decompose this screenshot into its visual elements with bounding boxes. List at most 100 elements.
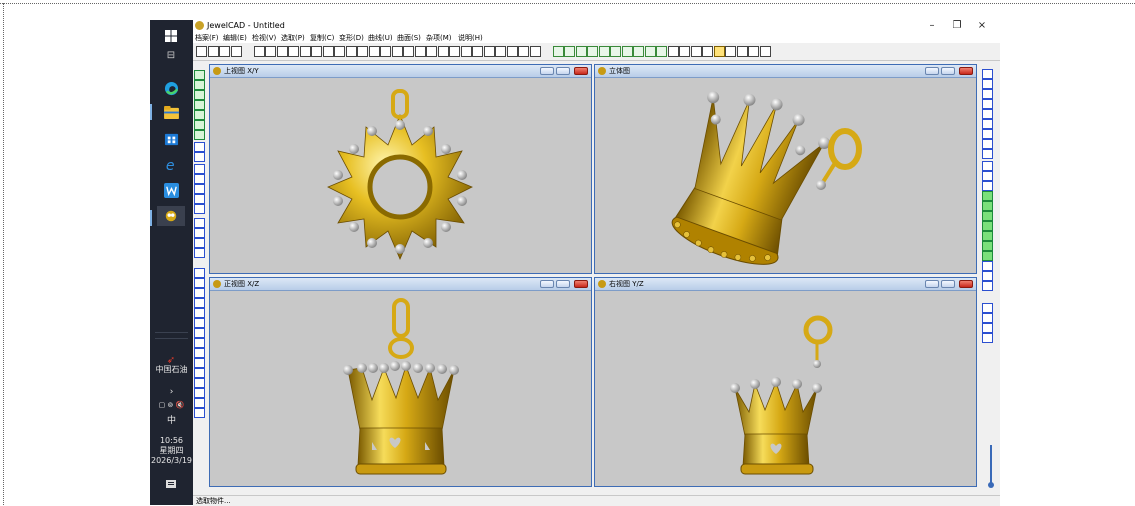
- left-tool-button[interactable]: [194, 100, 205, 110]
- zoom-slider[interactable]: [988, 445, 994, 490]
- menu-transform[interactable]: 变形(D): [339, 33, 364, 43]
- right-tool-button[interactable]: [982, 129, 993, 139]
- clock-time[interactable]: 10:56: [150, 436, 193, 446]
- left-tool-button[interactable]: [194, 184, 205, 194]
- toolbar-button[interactable]: [736, 46, 748, 57]
- right-tool-button[interactable]: [982, 89, 993, 99]
- viewport-restore-button[interactable]: [941, 280, 955, 288]
- left-tool-button[interactable]: [194, 228, 205, 238]
- menu-edit[interactable]: 编辑(E): [223, 33, 247, 43]
- right-tool-button[interactable]: [982, 261, 993, 271]
- toolbar-button[interactable]: [426, 46, 437, 57]
- left-tool-button[interactable]: [194, 358, 205, 368]
- viewport-front[interactable]: 正视图 X/Z: [209, 277, 592, 487]
- left-tool-button[interactable]: [194, 130, 205, 140]
- toolbar-button[interactable]: [460, 46, 472, 57]
- left-tool-button[interactable]: [194, 164, 205, 174]
- windows-start-icon[interactable]: [160, 26, 182, 46]
- toolbar-button[interactable]: [702, 46, 713, 57]
- right-tool-button[interactable]: [982, 241, 993, 251]
- menu-copy[interactable]: 复制(C): [310, 33, 334, 43]
- right-tool-button[interactable]: [982, 109, 993, 119]
- tray-expand-chevron-icon[interactable]: ›: [150, 387, 193, 397]
- jewelcad-taskbar-icon[interactable]: [157, 206, 185, 226]
- right-tool-button[interactable]: [982, 69, 993, 79]
- left-tool-button[interactable]: [194, 388, 205, 398]
- left-tool-button[interactable]: [194, 268, 205, 278]
- viewport-minimize-button[interactable]: [540, 67, 554, 75]
- toolbar-button[interactable]: [621, 46, 633, 57]
- viewport-close-button[interactable]: [959, 280, 973, 288]
- right-tool-button[interactable]: [982, 139, 993, 149]
- viewport-restore-button[interactable]: [941, 67, 955, 75]
- right-tool-button[interactable]: [982, 231, 993, 241]
- store-app-icon[interactable]: [160, 128, 182, 148]
- right-tool-button[interactable]: [982, 149, 993, 159]
- toolbar-button[interactable]: [656, 46, 667, 57]
- right-tool-button[interactable]: [982, 161, 993, 171]
- toolbar-button[interactable]: [610, 46, 621, 57]
- left-tool-button[interactable]: [194, 174, 205, 184]
- toolbar-button[interactable]: [357, 46, 368, 57]
- right-tool-button[interactable]: [982, 201, 993, 211]
- toolbar-button[interactable]: [575, 46, 587, 57]
- viewport-close-button[interactable]: [574, 280, 588, 288]
- toolbar-button[interactable]: [679, 46, 690, 57]
- toolbar-button[interactable]: [713, 46, 725, 57]
- left-tool-button[interactable]: [194, 408, 205, 418]
- left-tool-button[interactable]: [194, 238, 205, 248]
- left-tool-button[interactable]: [194, 288, 205, 298]
- taskbar-company-label[interactable]: 中国石油: [150, 365, 193, 375]
- toolbar-button[interactable]: [230, 46, 242, 57]
- right-tool-button[interactable]: [982, 181, 993, 191]
- menu-help[interactable]: 说明(H): [458, 33, 483, 43]
- toolbar-button[interactable]: [299, 46, 311, 57]
- left-tool-button[interactable]: [194, 152, 205, 162]
- viewport-canvas[interactable]: [210, 77, 591, 273]
- menu-select[interactable]: 选取(P): [281, 33, 305, 43]
- menu-view[interactable]: 检视(V): [252, 33, 276, 43]
- toolbar-button[interactable]: [311, 46, 322, 57]
- viewport-minimize-button[interactable]: [925, 67, 939, 75]
- internet-explorer-icon[interactable]: e: [160, 154, 182, 174]
- viewport-canvas[interactable]: [210, 290, 591, 486]
- toolbar-button[interactable]: [552, 46, 564, 57]
- left-tool-button[interactable]: [194, 248, 205, 258]
- left-tool-button[interactable]: [194, 90, 205, 100]
- right-tool-button[interactable]: [982, 191, 993, 201]
- left-tool-button[interactable]: [194, 308, 205, 318]
- left-tool-button[interactable]: [194, 110, 205, 120]
- toolbar-button[interactable]: [690, 46, 702, 57]
- left-tool-button[interactable]: [194, 378, 205, 388]
- left-tool-button[interactable]: [194, 194, 205, 204]
- right-tool-button[interactable]: [982, 99, 993, 109]
- right-tool-button[interactable]: [982, 251, 993, 261]
- left-tool-button[interactable]: [194, 204, 205, 214]
- toolbar-button[interactable]: [518, 46, 529, 57]
- file-explorer-icon[interactable]: [160, 102, 182, 122]
- notification-center-icon[interactable]: [160, 475, 182, 495]
- menu-file[interactable]: 档案(F): [195, 33, 219, 43]
- right-tool-button[interactable]: [982, 271, 993, 281]
- left-tool-button[interactable]: [194, 142, 205, 152]
- toolbar-button[interactable]: [472, 46, 483, 57]
- left-tool-button[interactable]: [194, 338, 205, 348]
- menu-surface[interactable]: 曲面(S): [397, 33, 421, 43]
- right-tool-button[interactable]: [982, 313, 993, 323]
- toolbar-button[interactable]: [368, 46, 380, 57]
- viewport-right[interactable]: 右视图 Y/Z: [594, 277, 977, 487]
- viewport-close-button[interactable]: [959, 67, 973, 75]
- left-tool-button[interactable]: [194, 328, 205, 338]
- toolbar-button[interactable]: [598, 46, 610, 57]
- viewport-canvas[interactable]: [595, 290, 976, 486]
- window-titlebar[interactable]: JewelCAD - Untitled – ❐ ×: [193, 20, 1000, 32]
- viewport-restore-button[interactable]: [556, 280, 570, 288]
- toolbar-button[interactable]: [219, 46, 230, 57]
- right-tool-button[interactable]: [982, 323, 993, 333]
- toolbar-button[interactable]: [748, 46, 759, 57]
- toolbar-button[interactable]: [253, 46, 265, 57]
- left-tool-button[interactable]: [194, 278, 205, 288]
- right-tool-button[interactable]: [982, 211, 993, 221]
- left-tool-button[interactable]: [194, 348, 205, 358]
- right-tool-button[interactable]: [982, 79, 993, 89]
